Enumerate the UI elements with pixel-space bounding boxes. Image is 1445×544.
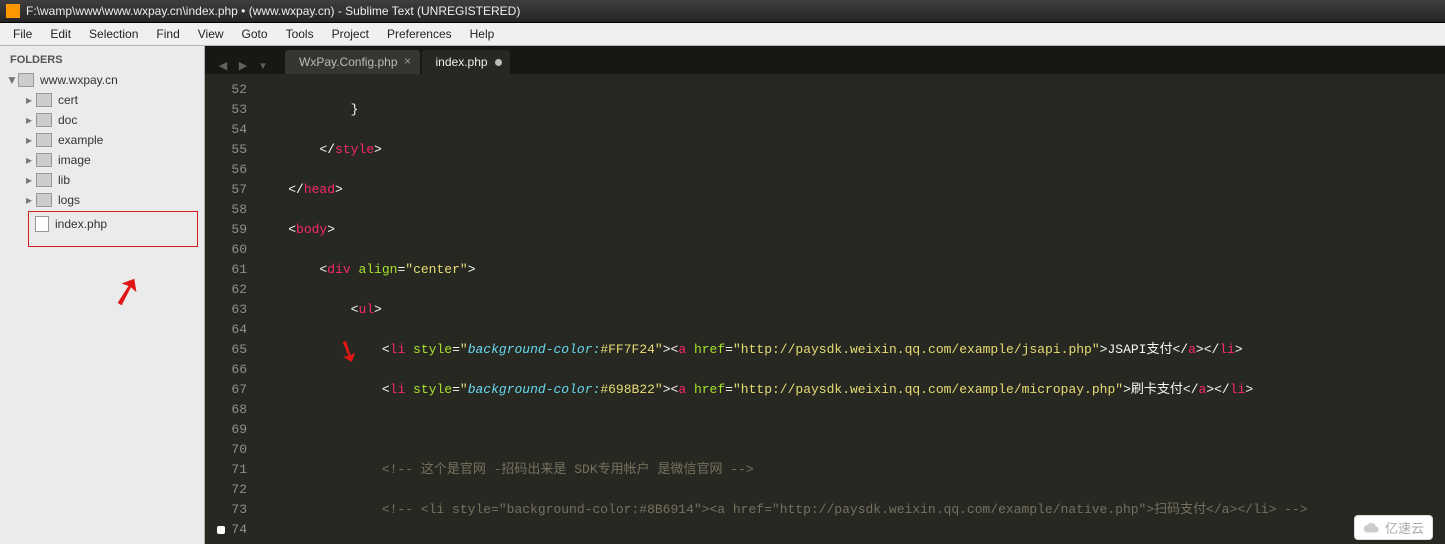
menu-selection[interactable]: Selection (80, 25, 147, 43)
folder-icon (36, 93, 52, 107)
tree-folder[interactable]: ▸example (2, 130, 204, 150)
folder-icon (18, 73, 34, 87)
tree-file-selected[interactable]: index.php (28, 211, 198, 247)
annotation-arrow-icon: ➚ (105, 264, 149, 317)
app-icon (6, 4, 20, 18)
sidebar: FOLDERS ▼www.wxpay.cn ▸cert ▸doc ▸exampl… (0, 46, 205, 544)
chevron-right-icon: ▸ (24, 173, 34, 187)
chevron-right-icon: ▸ (24, 113, 34, 127)
tree-folder[interactable]: ▸lib (2, 170, 204, 190)
close-icon[interactable]: × (402, 55, 414, 67)
window-title: F:\wamp\www\www.wxpay.cn\index.php • (ww… (26, 4, 520, 18)
folder-tree: ▼www.wxpay.cn ▸cert ▸doc ▸example ▸image… (0, 70, 204, 247)
nav-back-icon[interactable]: ◀ (215, 58, 231, 74)
editor-pane: ◀ ▶ ▾ WxPay.Config.php× index.php 525354… (205, 46, 1445, 544)
menu-bar: File Edit Selection Find View Goto Tools… (0, 23, 1445, 46)
tab-wxpay-config[interactable]: WxPay.Config.php× (285, 50, 420, 74)
menu-project[interactable]: Project (323, 25, 378, 43)
file-icon (35, 216, 49, 232)
chevron-down-icon: ▼ (6, 73, 16, 87)
tree-folder[interactable]: ▸image (2, 150, 204, 170)
code-content[interactable]: } </style> </head> <body> <div align="ce… (255, 74, 1445, 544)
dirty-indicator-icon (495, 59, 502, 66)
code-editor[interactable]: 5253545556575859606162636465666768697071… (205, 74, 1445, 544)
menu-goto[interactable]: Goto (233, 25, 277, 43)
folder-icon (36, 133, 52, 147)
tab-bar: ◀ ▶ ▾ WxPay.Config.php× index.php (205, 46, 1445, 74)
folder-icon (36, 153, 52, 167)
tree-folder[interactable]: ▸logs (2, 190, 204, 210)
chevron-right-icon: ▸ (24, 93, 34, 107)
folder-icon (36, 113, 52, 127)
folder-icon (36, 193, 52, 207)
menu-preferences[interactable]: Preferences (378, 25, 461, 43)
tree-folder[interactable]: ▸cert (2, 90, 204, 110)
menu-file[interactable]: File (4, 25, 41, 43)
window-titlebar: F:\wamp\www\www.wxpay.cn\index.php • (ww… (0, 0, 1445, 23)
menu-tools[interactable]: Tools (277, 25, 323, 43)
chevron-right-icon: ▸ (24, 133, 34, 147)
menu-view[interactable]: View (189, 25, 233, 43)
chevron-right-icon: ▸ (24, 153, 34, 167)
menu-help[interactable]: Help (461, 25, 504, 43)
nav-forward-icon[interactable]: ▶ (235, 58, 251, 74)
cloud-icon (1363, 522, 1381, 534)
menu-edit[interactable]: Edit (41, 25, 80, 43)
tree-root[interactable]: ▼www.wxpay.cn (2, 70, 204, 90)
nav-dropdown-icon[interactable]: ▾ (255, 58, 271, 74)
watermark-badge: 亿速云 (1354, 515, 1433, 540)
line-number-gutter: 5253545556575859606162636465666768697071… (205, 74, 255, 544)
folder-icon (36, 173, 52, 187)
chevron-right-icon: ▸ (24, 193, 34, 207)
menu-find[interactable]: Find (147, 25, 188, 43)
sidebar-heading: FOLDERS (0, 46, 204, 70)
tree-folder[interactable]: ▸doc (2, 110, 204, 130)
tab-index-php[interactable]: index.php (422, 50, 510, 74)
